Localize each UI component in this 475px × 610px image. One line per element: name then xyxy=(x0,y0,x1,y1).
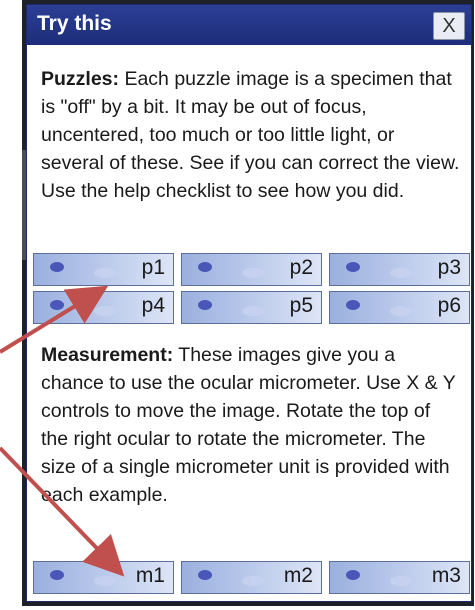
specimen-haze xyxy=(390,576,412,586)
measurement-heading: Measurement: xyxy=(41,344,174,366)
puzzle-thumb-p4[interactable]: p4 xyxy=(33,291,174,324)
specimen-icon xyxy=(198,570,212,580)
measure-thumb-m1[interactable]: m1 xyxy=(33,561,174,594)
specimen-icon xyxy=(346,570,360,580)
thumb-label: p5 xyxy=(289,294,313,317)
close-button[interactable]: X xyxy=(433,12,465,40)
puzzle-thumb-p3[interactable]: p3 xyxy=(329,253,470,286)
specimen-haze xyxy=(94,576,116,586)
measurement-description: Measurement: These images give you a cha… xyxy=(41,341,461,509)
specimen-icon xyxy=(346,262,360,272)
specimen-icon xyxy=(346,300,360,310)
measure-thumb-m2[interactable]: m2 xyxy=(181,561,322,594)
specimen-haze xyxy=(242,268,264,278)
puzzle-thumb-p6[interactable]: p6 xyxy=(329,291,470,324)
panel-title: Try this xyxy=(37,12,112,35)
thumb-label: p4 xyxy=(141,294,165,317)
specimen-haze xyxy=(94,306,116,316)
specimen-haze xyxy=(94,268,116,278)
puzzles-heading: Puzzles: xyxy=(41,68,120,90)
thumb-label: m1 xyxy=(135,564,165,587)
measurement-body: These images give you a chance to use th… xyxy=(41,344,456,506)
title-bar[interactable]: Try this X xyxy=(27,5,471,45)
specimen-icon xyxy=(50,570,64,580)
measure-thumb-m3[interactable]: m3 xyxy=(329,561,470,594)
specimen-haze xyxy=(242,306,264,316)
specimen-haze xyxy=(390,306,412,316)
specimen-haze xyxy=(242,576,264,586)
specimen-haze xyxy=(390,268,412,278)
specimen-icon xyxy=(50,262,64,272)
thumb-label: p1 xyxy=(141,256,165,279)
specimen-icon xyxy=(198,300,212,310)
try-this-panel: Try this X Puzzles: Each puzzle image is… xyxy=(26,4,472,602)
thumb-label: m3 xyxy=(431,564,461,587)
puzzle-thumb-p1[interactable]: p1 xyxy=(33,253,174,286)
thumb-label: p3 xyxy=(437,256,461,279)
stage: Try this X Puzzles: Each puzzle image is… xyxy=(0,0,475,610)
puzzle-thumb-p2[interactable]: p2 xyxy=(181,253,322,286)
puzzle-thumb-p5[interactable]: p5 xyxy=(181,291,322,324)
thumb-label: p6 xyxy=(437,294,461,317)
specimen-icon xyxy=(198,262,212,272)
thumb-label: p2 xyxy=(289,256,313,279)
specimen-icon xyxy=(50,300,64,310)
puzzles-description: Puzzles: Each puzzle image is a specimen… xyxy=(41,65,461,205)
thumb-label: m2 xyxy=(283,564,313,587)
